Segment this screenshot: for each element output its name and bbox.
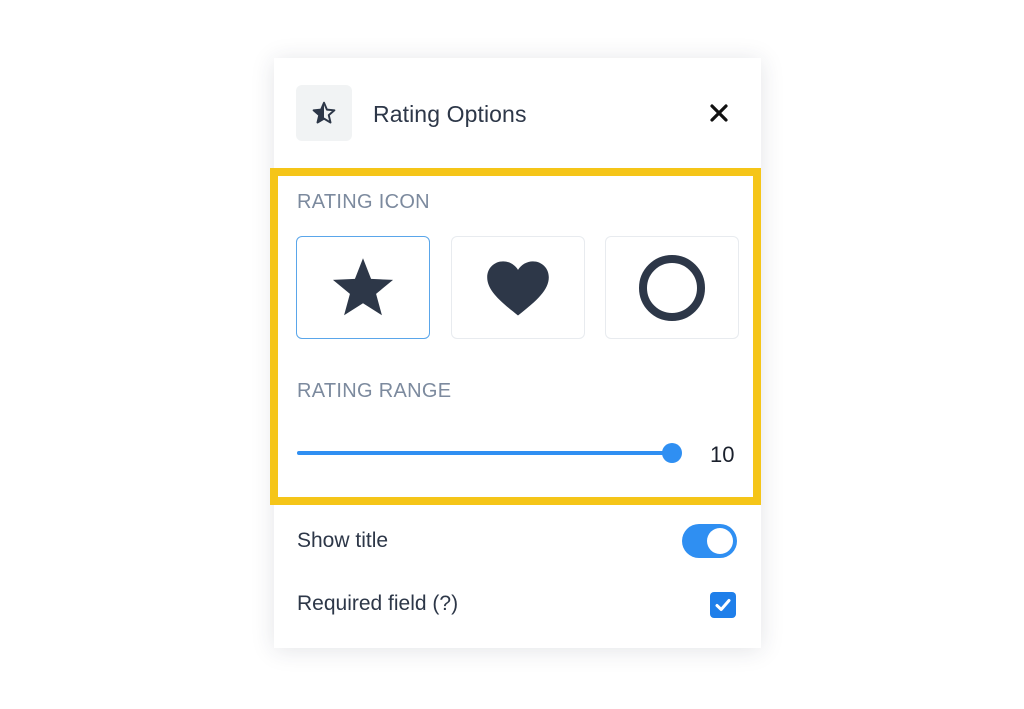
- slider-thumb[interactable]: [662, 443, 682, 463]
- rating-icon-option-star[interactable]: [296, 236, 430, 339]
- show-title-label: Show title: [297, 529, 389, 552]
- panel-header: Rating Options: [274, 58, 761, 168]
- required-field-checkbox[interactable]: [710, 592, 736, 618]
- close-button[interactable]: [706, 100, 732, 126]
- panel-title: Rating Options: [373, 101, 527, 127]
- rating-range-value: 10: [710, 442, 735, 467]
- rating-icon-label: RATING ICON: [297, 191, 430, 213]
- half-star-icon: [312, 101, 336, 124]
- rating-options-panel: Rating Options RATING ICON RATING RANGE …: [270, 58, 761, 648]
- rating-icon-option-circle[interactable]: [605, 236, 739, 339]
- show-title-toggle[interactable]: [682, 524, 737, 558]
- rating-icon-option-heart[interactable]: [451, 236, 585, 339]
- rating-range-slider[interactable]: [297, 441, 682, 465]
- star-icon: [332, 257, 394, 315]
- toggle-knob: [707, 528, 733, 554]
- checkmark-icon: [715, 599, 731, 611]
- rating-type-icon-box: [296, 85, 352, 141]
- rating-range-label: RATING RANGE: [297, 380, 452, 402]
- slider-fill: [297, 451, 672, 455]
- required-field-label: Required field (?): [297, 592, 459, 615]
- circle-icon: [639, 254, 705, 321]
- heart-icon: [487, 260, 549, 315]
- close-icon: [710, 104, 728, 122]
